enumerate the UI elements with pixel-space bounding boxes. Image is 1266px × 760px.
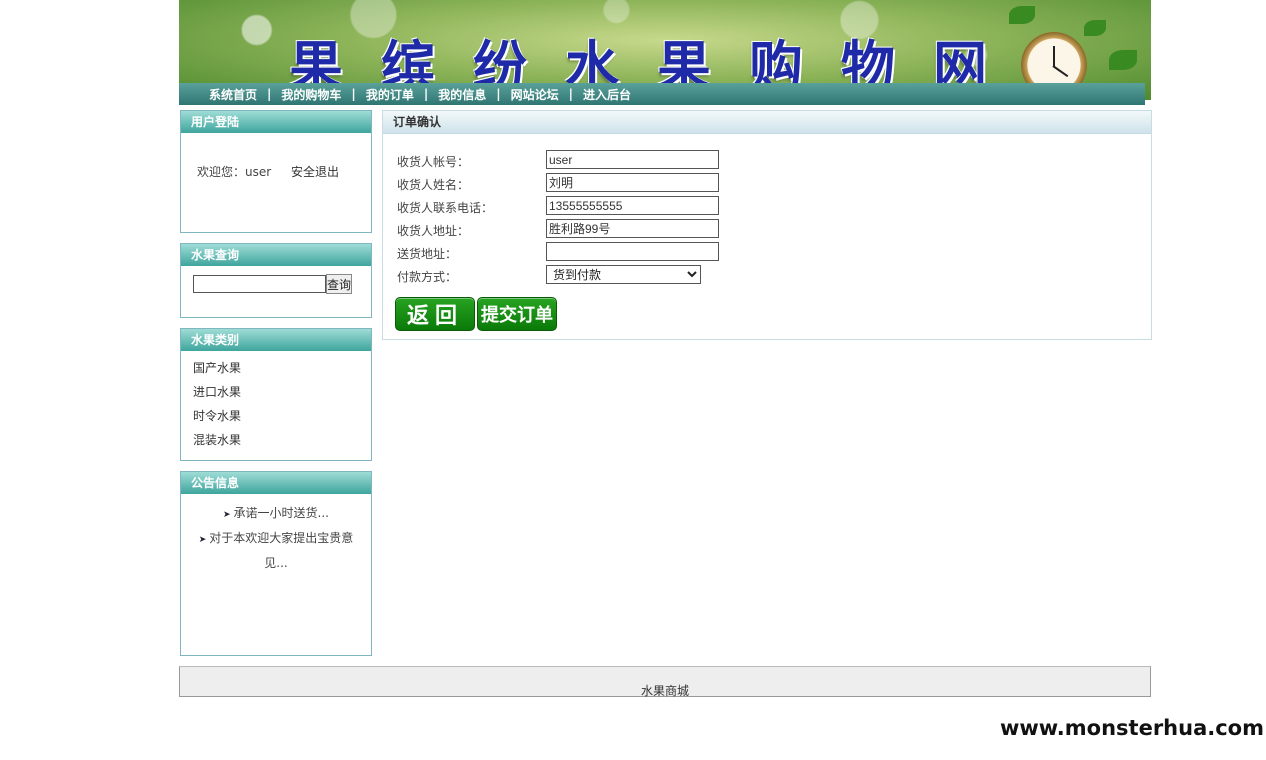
nav-home[interactable]: 系统首页 [209,86,257,103]
account-label: 收货人帐号： [397,155,470,169]
nav-separator: | [568,87,574,101]
address-row: 收货人地址： [397,219,997,239]
leaf-decoration [1084,20,1106,36]
phone-row: 收货人联系电话： [397,196,997,216]
welcome-text: 欢迎您：user [197,165,272,179]
payment-row: 付款方式： 货到付款 [397,265,997,285]
bullet-arrow-icon: ➤ [198,535,207,545]
nav-separator: | [351,87,356,101]
account-row: 收货人帐号： [397,150,997,170]
login-panel-title: 用户登陆 [181,111,371,133]
bullet-arrow-icon: ➤ [223,510,231,520]
welcome-area: 欢迎您：user 安全退出 [197,163,339,180]
nav-forum[interactable]: 网站论坛 [511,86,559,103]
category-link-mixed[interactable]: 混装水果 [193,433,241,447]
notice-link[interactable]: 对于本欢迎大家提出宝贵意见... [209,531,353,570]
order-confirm-title: 订单确认 [383,111,1151,134]
notice-panel-title: 公告信息 [181,472,371,494]
search-panel: 水果查询 查询 [180,243,372,318]
account-input[interactable] [546,150,719,169]
name-input[interactable] [546,173,719,192]
name-row: 收货人姓名： [397,173,997,193]
payment-label: 付款方式： [397,270,458,284]
phone-input[interactable] [546,196,719,215]
nav-separator: | [423,87,429,101]
list-item: 混装水果 [193,431,371,455]
search-button[interactable]: 查询 [326,274,352,294]
fruit-search-input[interactable] [193,275,326,293]
notice-panel: 公告信息 ➤ 承诺一小时送货... ➤ 对于本欢迎大家提出宝贵意见... [180,471,372,656]
watermark: www.monsterhua.com [999,716,1264,740]
delivery-address-row: 送货地址： [397,242,997,262]
list-item: 时令水果 [193,407,371,431]
list-item: ➤ 对于本欢迎大家提出宝贵意见... [195,527,357,575]
leaf-decoration [1109,50,1137,70]
leaf-decoration [1009,6,1035,24]
address-input[interactable] [546,219,719,238]
payment-method-select[interactable]: 货到付款 [546,265,701,284]
list-item: 进口水果 [193,383,371,407]
address-label: 收货人地址： [397,224,470,238]
list-item: ➤ 承诺一小时送货... [195,502,357,527]
notice-link[interactable]: 承诺一小时送货... [234,506,329,520]
search-panel-title: 水果查询 [181,244,371,266]
notice-list: ➤ 承诺一小时送货... ➤ 对于本欢迎大家提出宝贵意见... [181,494,371,575]
nav-orders[interactable]: 我的订单 [366,86,414,103]
category-link-seasonal[interactable]: 时令水果 [193,409,241,423]
nav-separator: | [496,87,501,101]
nav-my-info[interactable]: 我的信息 [438,86,486,103]
category-list: 国产水果 进口水果 时令水果 混装水果 [181,351,371,455]
back-button[interactable]: 返回 [395,297,475,331]
category-panel-title: 水果类别 [181,329,371,351]
name-label: 收货人姓名： [397,178,470,192]
site-footer: 水果商城 [179,666,1151,698]
category-link-imported[interactable]: 进口水果 [193,385,241,399]
nav-separator: | [267,87,272,101]
phone-label: 收货人联系电话： [397,201,494,215]
delivery-address-label: 送货地址： [397,247,458,261]
main-nav: 系统首页 | 我的购物车 | 我的订单 | 我的信息 | 网站论坛 | 进入后台 [179,83,1145,105]
category-panel: 水果类别 国产水果 进口水果 时令水果 混装水果 [180,328,372,461]
submit-order-button[interactable]: 提交订单 [477,297,557,331]
nav-cart[interactable]: 我的购物车 [281,86,341,103]
list-item: 国产水果 [193,359,371,383]
footer-text: 水果商城 [640,684,689,698]
login-panel: 用户登陆 欢迎您：user 安全退出 [180,110,372,233]
delivery-address-input[interactable] [546,242,719,261]
logout-link[interactable]: 安全退出 [291,165,339,179]
category-link-domestic[interactable]: 国产水果 [193,361,241,375]
order-confirm-panel: 订单确认 收货人帐号： 收货人姓名： 收货人联系电话： 收货人地址： 送货地址：… [382,110,1152,340]
nav-admin[interactable]: 进入后台 [583,86,631,103]
